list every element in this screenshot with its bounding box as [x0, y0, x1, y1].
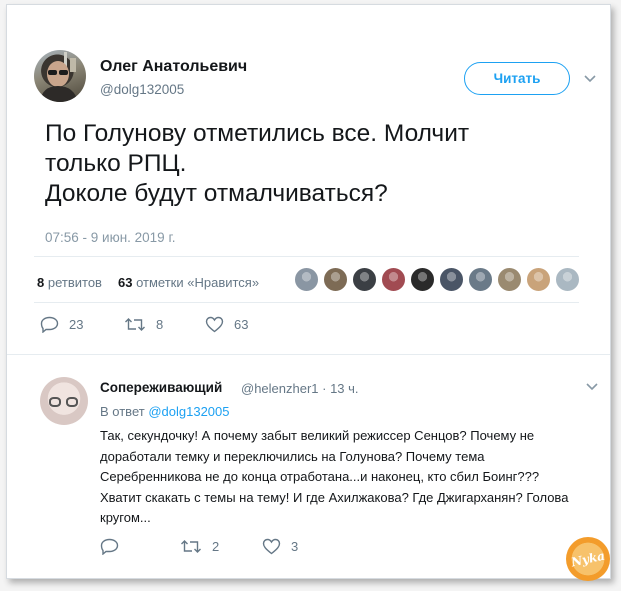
site-watermark-logo: Nyka — [566, 537, 610, 581]
retweets-count: 8 — [37, 275, 45, 290]
reply-count: 23 — [69, 317, 84, 332]
likes-stat[interactable]: 63 отметки «Нравится» — [118, 275, 259, 290]
liker-avatar[interactable] — [555, 267, 580, 292]
author-handle[interactable]: @dolg132005 — [100, 82, 184, 97]
liker-avatar[interactable] — [323, 267, 348, 292]
reply-text: Так, секундочку! А почему забыт великий … — [100, 428, 569, 525]
watermark-text: Nyka — [569, 548, 607, 570]
heart-icon — [205, 316, 224, 333]
section-divider — [7, 354, 610, 355]
author-name[interactable]: Олег Анатольевич — [100, 58, 247, 76]
reply-author-avatar[interactable] — [40, 377, 88, 425]
reply-to-line: В ответ @dolg132005 — [100, 404, 229, 419]
liker-avatar[interactable] — [410, 267, 435, 292]
reply-retweet-action[interactable]: 2 — [180, 538, 219, 555]
retweet-icon — [181, 540, 201, 553]
reply-like-count: 3 — [291, 539, 299, 554]
liker-avatar[interactable] — [468, 267, 493, 292]
divider — [34, 302, 579, 303]
like-action[interactable]: 63 — [205, 316, 248, 333]
author-avatar[interactable] — [34, 50, 86, 102]
retweet-action[interactable]: 8 — [124, 316, 163, 333]
reply-like-action[interactable]: 3 — [262, 538, 298, 555]
chevron-down-icon[interactable] — [585, 379, 599, 393]
follow-button[interactable]: Читать — [464, 62, 570, 95]
chevron-down-icon[interactable] — [583, 71, 597, 85]
heart-icon — [262, 538, 281, 555]
liker-avatar[interactable] — [352, 267, 377, 292]
retweets-stat[interactable]: 8 ретвитов — [37, 275, 102, 290]
retweets-label: ретвитов — [47, 275, 102, 290]
liker-avatar[interactable] — [381, 267, 406, 292]
likes-count: 63 — [118, 275, 133, 290]
divider — [34, 256, 579, 257]
reply-to-prefix: В ответ — [100, 404, 145, 419]
reply-icon — [100, 538, 119, 555]
liker-avatar[interactable] — [294, 267, 319, 292]
reply-icon — [40, 316, 59, 333]
tweet-screenshot-frame: Олег Анатольевич @dolg132005 Читать По Г… — [6, 4, 611, 581]
retweet-icon — [125, 318, 145, 331]
tweet-timestamp[interactable]: 07:56 - 9 июн. 2019 г. — [45, 230, 175, 245]
liker-avatars — [294, 267, 580, 292]
retweet-count: 8 — [156, 317, 164, 332]
liker-avatar[interactable] — [439, 267, 464, 292]
like-count: 63 — [234, 317, 249, 332]
reply-author-meta[interactable]: @helenzher1 · 13 ч. — [241, 381, 359, 396]
reply-retweet-count: 2 — [212, 539, 220, 554]
liker-avatar[interactable] — [497, 267, 522, 292]
likes-label: отметки «Нравится» — [136, 275, 260, 290]
reply-to-handle[interactable]: @dolg132005 — [148, 404, 229, 419]
liker-avatar[interactable] — [526, 267, 551, 292]
tweet-text: По Голунову отметились все. Молчит тольк… — [45, 120, 470, 207]
reply-reply-action[interactable] — [100, 538, 129, 555]
reply-action[interactable]: 23 — [40, 316, 83, 333]
reply-author-name[interactable]: Сопереживающий — [100, 380, 222, 395]
